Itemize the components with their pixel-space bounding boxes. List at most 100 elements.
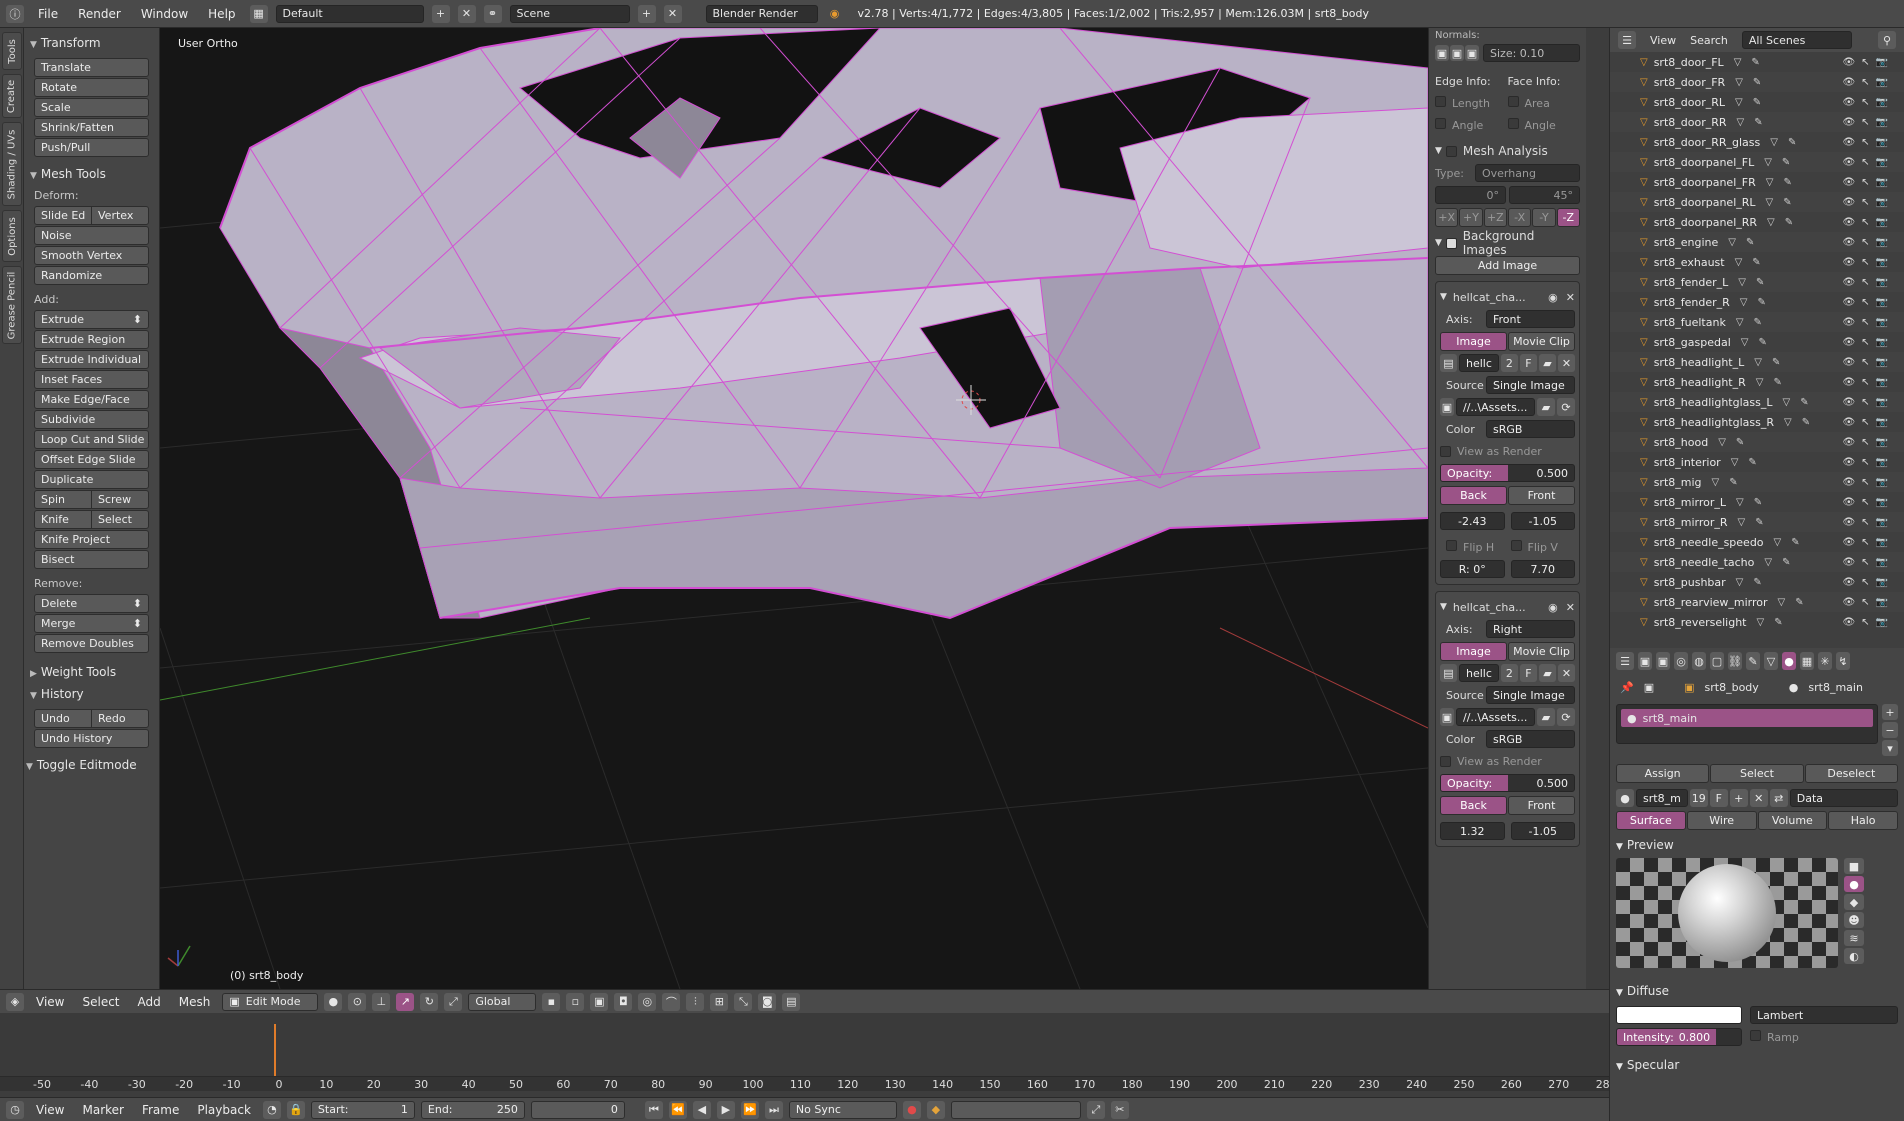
vertex-select-icon[interactable]: ▪ — [542, 992, 561, 1011]
axis-minus-y-button[interactable]: -Y — [1532, 207, 1556, 227]
file-browse-icon[interactable]: ▰ — [1537, 708, 1555, 726]
visibility-icons[interactable]: 👁↖📷 — [1842, 557, 1894, 568]
physics-tab-icon[interactable]: ↯ — [1836, 652, 1850, 670]
manipulator-icon[interactable]: ⊥ — [372, 992, 391, 1011]
face-select-icon[interactable]: ▣ — [590, 992, 609, 1011]
outliner-row[interactable]: ▽ srt8_reverselight ▽ ✎ 👁↖📷 — [1610, 612, 1904, 632]
noise-button[interactable]: Noise — [34, 226, 149, 245]
tab-shading-uvs[interactable]: Shading / UVs — [2, 122, 22, 206]
bg-filepath-field[interactable]: //..\Assets... — [1456, 398, 1535, 416]
material-browse-icon[interactable]: ● — [1616, 789, 1634, 807]
intensity-slider[interactable]: Intensity: 0.800 — [1616, 1028, 1742, 1046]
remove-scene-icon[interactable]: ✕ — [663, 4, 682, 23]
eye-icon[interactable]: ◉ — [1548, 601, 1558, 614]
proportional-edit-icon[interactable]: ◎ — [638, 992, 657, 1011]
image-browse-icon[interactable]: ▤ — [1440, 354, 1458, 372]
visibility-icons[interactable]: 👁↖📷 — [1842, 437, 1894, 448]
screw-button[interactable]: Screw — [91, 491, 148, 508]
outliner-row[interactable]: ▽ srt8_needle_tacho ▽ ✎ 👁↖📷 — [1610, 552, 1904, 572]
reload-icon[interactable]: ⟳ — [1557, 708, 1575, 726]
specular-panel-header[interactable]: ▼ Specular — [1616, 1058, 1898, 1072]
outliner-row[interactable]: ▽ srt8_door_RR ▽ ✎ 👁↖📷 — [1610, 112, 1904, 132]
undo-history-button[interactable]: Undo History — [34, 729, 149, 748]
visibility-icons[interactable]: 👁↖📷 — [1842, 97, 1894, 108]
outliner-row[interactable]: ▽ srt8_interior ▽ ✎ 👁↖📷 — [1610, 452, 1904, 472]
rotate-manipulator-icon[interactable]: ↻ — [420, 992, 439, 1011]
remove-slot-icon[interactable]: − — [1882, 722, 1898, 738]
eye-icon[interactable]: ◉ — [1548, 291, 1558, 304]
bg-colorspace-select[interactable]: sRGB — [1486, 420, 1575, 438]
tab-create[interactable]: Create — [2, 74, 22, 118]
scene-icon[interactable]: ⚭ — [483, 4, 502, 23]
material-users-count[interactable]: 19 — [1689, 789, 1708, 807]
outliner-row[interactable]: ▽ srt8_doorpanel_FL ▽ ✎ 👁↖📷 — [1610, 152, 1904, 172]
scale-button[interactable]: Scale — [34, 98, 149, 117]
visibility-icons[interactable]: 👁↖📷 — [1842, 597, 1894, 608]
bg-fake-user[interactable]: F — [1519, 664, 1537, 682]
prev-keyframe-icon[interactable]: ⏪ — [668, 1100, 687, 1119]
properties-editor-icon[interactable]: ☰ — [1616, 652, 1634, 670]
extrude-region-button[interactable]: Extrude Region — [34, 330, 149, 349]
bg-opacity-slider[interactable]: Opacity: 0.500 — [1440, 462, 1575, 484]
slot-menu-icon[interactable]: ▾ — [1882, 740, 1898, 756]
diffuse-shader-select[interactable]: Lambert — [1750, 1006, 1898, 1024]
active-keying-set-field[interactable] — [950, 1100, 1081, 1119]
visibility-icons[interactable]: 👁↖📷 — [1842, 117, 1894, 128]
bg-users-count[interactable]: 2 — [1500, 354, 1518, 372]
screen-layout-field[interactable]: Default — [275, 4, 424, 23]
bg-filepath-field[interactable]: //..\Assets... — [1456, 708, 1535, 726]
bg-offset-y-field[interactable]: -1.05 — [1510, 512, 1575, 530]
axis-plus-z-button[interactable]: +Z — [1483, 207, 1507, 227]
reload-icon[interactable]: ⟳ — [1557, 398, 1575, 416]
halo-tab[interactable]: Halo — [1828, 811, 1898, 830]
surface-tab[interactable]: Surface — [1616, 811, 1686, 830]
preview-cube-icon[interactable]: ◆ — [1844, 894, 1864, 910]
transform-orientation-select[interactable]: Global — [468, 992, 537, 1011]
deselect-button[interactable]: Deselect — [1804, 764, 1898, 783]
pivot-point-icon[interactable]: ⊙ — [348, 992, 367, 1011]
visibility-icons[interactable]: 👁↖📷 — [1842, 337, 1894, 348]
history-panel-header[interactable]: ▼ History — [30, 687, 153, 701]
push-pull-button[interactable]: Push/Pull — [34, 138, 149, 157]
viewport-canvas[interactable] — [160, 28, 1428, 989]
wire-tab[interactable]: Wire — [1686, 811, 1757, 830]
opengl-anim-icon[interactable]: ▤ — [782, 992, 801, 1011]
bg-front-button[interactable]: Front — [1508, 485, 1575, 505]
3d-viewport[interactable]: User Ortho (0) srt8_body — [160, 28, 1428, 989]
visibility-icons[interactable]: 👁↖📷 — [1842, 357, 1894, 368]
bg-image-header[interactable]: ▼ hellcat_cha... ◉ ✕ — [1440, 286, 1575, 308]
outliner-row[interactable]: ▽ srt8_gaspedal ▽ ✎ 👁↖📷 — [1610, 332, 1904, 352]
assign-button[interactable]: Assign — [1616, 764, 1710, 783]
add-image-button[interactable]: Add Image — [1435, 256, 1580, 275]
outliner-row[interactable]: ▽ srt8_fender_R ▽ ✎ 👁↖📷 — [1610, 292, 1904, 312]
visibility-icons[interactable]: 👁↖📷 — [1842, 297, 1894, 308]
bg-users-count[interactable]: 2 — [1500, 664, 1518, 682]
face-angle-toggle[interactable]: Angle — [1507, 118, 1581, 132]
axis-minus-z-button[interactable]: -Z — [1556, 207, 1580, 227]
3d-view-editor-icon[interactable]: ◈ — [6, 992, 24, 1011]
delete-keyframe-icon[interactable]: ✂ — [1110, 1100, 1129, 1119]
texture-tab-icon[interactable]: ▦ — [1800, 652, 1814, 670]
visibility-icons[interactable]: 👁↖📷 — [1842, 457, 1894, 468]
diffuse-panel-header[interactable]: ▼ Diffuse — [1616, 984, 1898, 998]
new-material-icon[interactable]: + — [1729, 789, 1748, 807]
outliner-row[interactable]: ▽ srt8_hood ▽ ✎ 👁↖📷 — [1610, 432, 1904, 452]
undo-button[interactable]: Undo — [35, 710, 91, 727]
play-reverse-icon[interactable]: ◀ — [692, 1100, 711, 1119]
preview-panel-header[interactable]: ▼ Preview — [1616, 838, 1898, 852]
sync-mode-select[interactable]: No Sync — [788, 1100, 897, 1119]
redo-button[interactable]: Redo — [91, 710, 148, 727]
limit-selection-icon[interactable]: ◘ — [614, 992, 633, 1011]
material-slot-item[interactable]: ● srt8_main — [1621, 709, 1873, 727]
timeline-menu-view[interactable]: View — [30, 1100, 70, 1120]
visibility-icons[interactable]: 👁↖📷 — [1842, 257, 1894, 268]
bg-offset-x-field[interactable]: -2.43 — [1440, 512, 1505, 530]
split-normals-icon[interactable]: ▣ — [1450, 45, 1464, 61]
duplicate-button[interactable]: Duplicate — [34, 470, 149, 489]
render-engine-select[interactable]: Blender Render — [705, 4, 818, 23]
preview-monkey-icon[interactable]: ☻ — [1844, 912, 1864, 928]
visibility-icons[interactable]: 👁↖📷 — [1842, 177, 1894, 188]
ramp-toggle[interactable]: Ramp — [1750, 1030, 1799, 1044]
material-fake-user[interactable]: F — [1709, 789, 1728, 807]
viewport-shading-icon[interactable]: ● — [324, 992, 343, 1011]
